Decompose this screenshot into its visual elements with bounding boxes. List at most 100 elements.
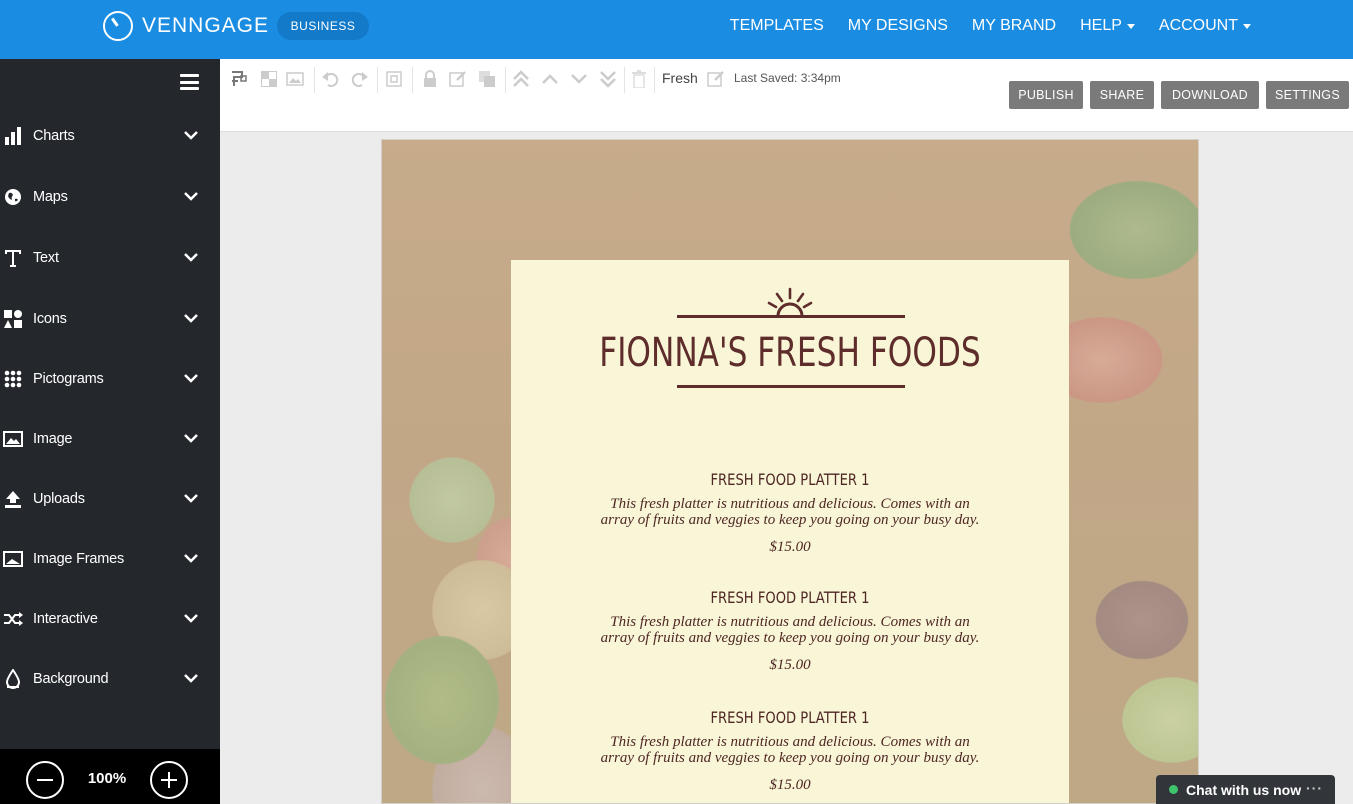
brand[interactable]: VENNGAGE — [103, 11, 269, 41]
format-painter-icon[interactable] — [229, 69, 249, 89]
redo-icon[interactable] — [349, 69, 369, 89]
menu-item-desc-line1[interactable]: This fresh platter is nutritious and del… — [595, 734, 985, 750]
settings-button[interactable]: SETTINGS — [1266, 81, 1349, 109]
sidebar-item-label: Pictograms — [33, 371, 104, 387]
top-navbar: VENNGAGE BUSINESS TEMPLATES MY DESIGNS M… — [0, 0, 1353, 59]
replace-image-icon[interactable] — [285, 69, 305, 89]
sidebar-item-icons[interactable]: Icons — [0, 299, 220, 339]
more-options-icon[interactable]: ··· — [1306, 780, 1323, 796]
sidebar-item-background[interactable]: Background — [0, 659, 220, 699]
menu-item-desc-line1[interactable]: This fresh platter is nutritious and del… — [595, 614, 985, 630]
chevron-down-icon — [184, 314, 198, 323]
undo-icon[interactable] — [321, 69, 341, 89]
main-menu: TEMPLATES MY DESIGNS MY BRAND HELP ACCOU… — [730, 0, 1251, 52]
chevron-down-icon — [184, 131, 198, 140]
sidebar-item-label: Charts — [33, 128, 75, 144]
send-to-back-icon[interactable] — [598, 69, 618, 89]
duplicate-icon[interactable] — [477, 69, 497, 89]
menu-title[interactable]: FIONNA'S FRESH FOODS — [572, 330, 1007, 376]
chevron-down-icon — [184, 674, 198, 683]
plan-badge: BUSINESS — [277, 12, 369, 40]
download-button[interactable]: DOWNLOAD — [1161, 81, 1259, 109]
chevron-down-icon — [184, 374, 198, 383]
image-icon — [3, 429, 23, 449]
nav-account[interactable]: ACCOUNT — [1159, 17, 1251, 35]
sidebar-item-interactive[interactable]: Interactive — [0, 599, 220, 639]
zoom-in-button[interactable] — [150, 761, 188, 799]
drop-icon — [3, 669, 23, 689]
menu-item-name[interactable]: FRESH FOOD PLATTER 1 — [561, 708, 1019, 727]
venngage-logo-icon — [103, 11, 133, 41]
edit-icon[interactable] — [448, 69, 468, 89]
send-backward-icon[interactable] — [569, 69, 589, 89]
chevron-down-icon — [184, 554, 198, 563]
nav-my-brand[interactable]: MY BRAND — [972, 17, 1056, 35]
sidebar-item-label: Maps — [33, 189, 68, 205]
frame-icon — [3, 549, 23, 569]
menu-item-price[interactable]: $15.00 — [511, 657, 1069, 674]
menu-item-desc-line2[interactable]: array of fruits and veggies to keep you … — [595, 750, 985, 766]
bring-to-front-icon[interactable] — [511, 69, 531, 89]
brand-name: VENNGAGE — [142, 14, 270, 37]
upload-icon — [3, 489, 23, 509]
transparency-icon[interactable] — [259, 69, 279, 89]
trash-icon[interactable] — [629, 69, 649, 89]
share-button[interactable]: SHARE — [1090, 81, 1154, 109]
nav-templates[interactable]: TEMPLATES — [730, 17, 824, 35]
sidebar-item-label: Icons — [33, 311, 67, 327]
sidebar-item-pictograms[interactable]: Pictograms — [0, 359, 220, 399]
menu-card[interactable]: FIONNA'S FRESH FOODS FRESH FOOD PLATTER … — [511, 260, 1069, 803]
caret-down-icon — [1126, 23, 1135, 29]
menu-item-name[interactable]: FRESH FOOD PLATTER 1 — [561, 588, 1019, 607]
sidebar-item-charts[interactable]: Charts — [0, 116, 220, 156]
menu-item-desc-line1[interactable]: This fresh platter is nutritious and del… — [595, 496, 985, 512]
menu-item-price[interactable]: $15.00 — [511, 539, 1069, 556]
chevron-down-icon — [184, 253, 198, 262]
sidebar-item-text[interactable]: Text — [0, 238, 220, 278]
zoom-level: 100% — [87, 770, 127, 787]
crop-icon[interactable] — [384, 69, 404, 89]
zoom-out-button[interactable] — [26, 761, 64, 799]
caret-down-icon — [1243, 23, 1251, 29]
design-name[interactable]: Fresh — [662, 70, 698, 86]
sidebar-item-label: Background — [33, 671, 109, 687]
online-status-icon — [1169, 785, 1178, 794]
rename-icon[interactable] — [706, 69, 726, 89]
menu-item-price[interactable]: $15.00 — [511, 777, 1069, 794]
shuffle-icon — [3, 609, 23, 629]
zoom-controls: 100% — [0, 749, 220, 804]
title-rule-top — [677, 315, 905, 318]
hamburger-menu-icon[interactable] — [180, 74, 199, 90]
bar-chart-icon — [3, 126, 23, 146]
nav-help[interactable]: HELP — [1080, 17, 1135, 35]
sidebar-item-label: Image Frames — [33, 551, 125, 567]
sidebar-item-label: Uploads — [33, 491, 85, 507]
title-rule-bottom — [677, 385, 905, 388]
globe-icon — [3, 187, 23, 207]
publish-button[interactable]: PUBLISH — [1009, 81, 1083, 109]
design-canvas[interactable]: FIONNA'S FRESH FOODS FRESH FOOD PLATTER … — [381, 139, 1199, 804]
sidebar-item-uploads[interactable]: Uploads — [0, 479, 220, 519]
lock-icon[interactable] — [420, 69, 440, 89]
chat-label: Chat with us now — [1186, 781, 1302, 798]
chat-widget[interactable]: Chat with us now ··· — [1156, 775, 1335, 804]
chevron-down-icon — [184, 494, 198, 503]
last-saved-status: Last Saved: 3:34pm — [734, 71, 841, 85]
menu-item-desc-line2[interactable]: array of fruits and veggies to keep you … — [595, 630, 985, 646]
menu-item-desc-line2[interactable]: array of fruits and veggies to keep you … — [595, 512, 985, 528]
chevron-down-icon — [184, 434, 198, 443]
sidebar-item-label: Text — [33, 250, 59, 266]
bring-forward-icon[interactable] — [540, 69, 560, 89]
sidebar-item-label: Interactive — [33, 611, 98, 627]
chevron-down-icon — [184, 192, 198, 201]
sidebar-item-maps[interactable]: Maps — [0, 177, 220, 217]
sidebar-item-image-frames[interactable]: Image Frames — [0, 539, 220, 579]
chevron-down-icon — [184, 614, 198, 623]
editor-toolbar: Fresh Last Saved: 3:34pm PUBLISH SHARE D… — [220, 59, 1353, 132]
menu-item-name[interactable]: FRESH FOOD PLATTER 1 — [561, 470, 1019, 489]
sidebar: Charts Maps Text Icons Pictograms Image … — [0, 59, 220, 749]
rising-sun-icon — [767, 287, 813, 317]
sidebar-item-image[interactable]: Image — [0, 419, 220, 459]
text-icon — [3, 248, 23, 268]
nav-my-designs[interactable]: MY DESIGNS — [848, 17, 948, 35]
